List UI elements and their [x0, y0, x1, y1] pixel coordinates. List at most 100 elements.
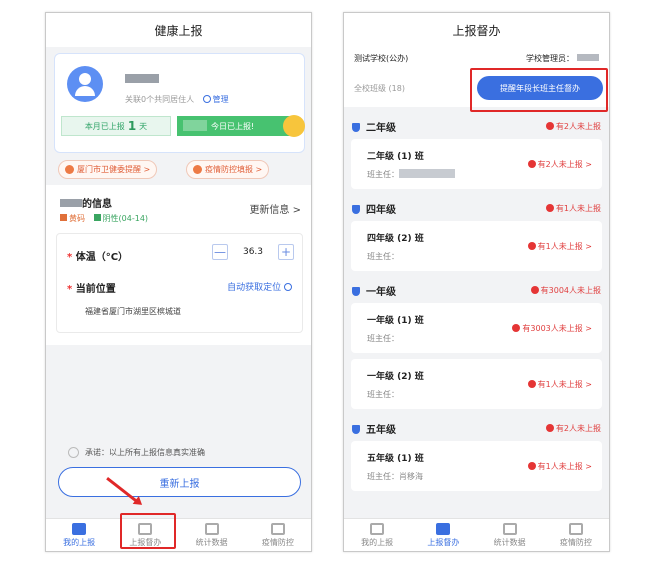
radio-icon: [68, 447, 79, 458]
grade-header[interactable]: 二年级 有2人未上报: [344, 113, 609, 139]
tab-my-report[interactable]: 我的上报: [46, 519, 112, 551]
grade-alert: 有1人未上报: [555, 203, 601, 213]
grade-header[interactable]: 五年级 有2人未上报: [344, 415, 609, 441]
class-teacher: 班主任：: [367, 169, 455, 180]
class-item[interactable]: 二年级 (1) 班 班主任： 有2人未上报 >: [351, 139, 602, 189]
alert-icon: [545, 423, 554, 432]
school-row: 测试学校(公办) 学校管理员：: [344, 47, 609, 69]
shield-icon: [352, 424, 360, 434]
shield-icon: [352, 286, 360, 296]
class-name: 二年级 (1) 班: [367, 152, 424, 162]
highlight-box: [470, 68, 608, 112]
class-alert: 有1人未上报 >: [527, 241, 592, 252]
info-title: 的信息: [60, 195, 112, 210]
class-alert: 有3003人未上报 >: [512, 323, 592, 334]
avatar: [67, 66, 103, 102]
alert-icon: [527, 160, 536, 168]
update-info-link[interactable]: 更新信息 >: [249, 201, 301, 216]
class-alert: 有1人未上报 >: [527, 461, 592, 472]
class-item[interactable]: 五年级 (1) 班 班主任：肖移海 有1人未上报 >: [351, 441, 602, 491]
auto-locate-button[interactable]: 自动获取定位: [227, 280, 294, 293]
admin-label: 学校管理员：: [526, 53, 574, 63]
today-reported-banner: 今日已上报!: [177, 115, 305, 137]
shield-icon: [352, 122, 360, 132]
class-alert-text: 有2人未上报 >: [537, 160, 592, 169]
decrease-button[interactable]: —: [212, 244, 228, 260]
alert-icon: [527, 242, 536, 250]
class-alert-text: 有3003人未上报 >: [522, 324, 592, 333]
alert-icon: [527, 462, 536, 470]
auto-locate-label: 自动获取定位: [227, 283, 282, 293]
tab-epidemic[interactable]: 疫情防控: [245, 519, 311, 551]
tab-statistics[interactable]: 统计数据: [477, 519, 543, 551]
grade-name: 一年级: [366, 286, 396, 298]
class-teacher: 班主任：: [367, 334, 399, 343]
info-title-text: 的信息: [82, 199, 112, 210]
tab-my-report[interactable]: 我的上报: [344, 519, 410, 551]
tab-label: 上报督办: [427, 537, 460, 547]
report-icon: [370, 522, 385, 535]
redacted-name: [125, 74, 159, 83]
notice-icon: [65, 165, 74, 174]
temperature-label-text: 体温（°C）: [75, 252, 129, 263]
promise-checkbox[interactable]: 承诺：以上所有上报信息真实准确: [68, 447, 205, 458]
class-alert-text: 有1人未上报 >: [537, 380, 592, 389]
admin-info: 学校管理员：: [526, 53, 599, 64]
epidemic-report-link[interactable]: 疫情防控填报 >: [186, 160, 270, 179]
address-text: 福建省厦门市湖里区槟城道: [85, 307, 181, 316]
shield-icon: [352, 204, 360, 214]
report-icon: [72, 522, 87, 535]
alert-icon: [545, 121, 554, 130]
resubmit-button[interactable]: 重新上报: [58, 467, 301, 497]
increase-button[interactable]: +: [278, 244, 294, 260]
grade-alert: 有2人未上报: [555, 121, 601, 131]
tab-label: 统计数据: [493, 537, 526, 547]
user-card: 关联0个共同居住人 管理 本月已上报 1 天 今日已上报!: [54, 53, 305, 153]
redacted-date: [183, 120, 207, 131]
class-name: 一年级 (1) 班: [367, 316, 424, 326]
tab-label: 我的上报: [63, 537, 96, 547]
class-item[interactable]: 四年级 (2) 班 班主任： 有1人未上报 >: [351, 221, 602, 271]
grade-alert: 有3004人未上报: [540, 285, 601, 295]
month-prefix: 本月已上报: [84, 121, 125, 131]
report-form: * 体温（°C） — 36.3 + * 当前位置 自动获取定位 福建省厦门市湖里…: [56, 233, 303, 333]
today-reported-text: 今日已上报!: [211, 121, 255, 131]
class-teacher: 班主任：: [367, 390, 399, 399]
alert-icon: [527, 380, 536, 388]
grade-header[interactable]: 一年级 有3004人未上报: [344, 277, 609, 303]
grade-list: 二年级 有2人未上报 二年级 (1) 班 班主任： 有2人未上报 > 四年级 有1人…: [344, 113, 609, 497]
tab-bar: 我的上报 上报督办 统计数据 疫情防控: [46, 518, 311, 551]
class-item[interactable]: 一年级 (2) 班 班主任： 有1人未上报 >: [351, 359, 602, 409]
smile-icon: [283, 115, 305, 137]
month-count: 1: [127, 119, 137, 133]
shield-icon: [568, 522, 583, 535]
grade-alert: 有2人未上报: [555, 423, 601, 433]
class-alert-text: 有1人未上报 >: [537, 242, 592, 251]
gear-icon: [202, 95, 211, 103]
class-item[interactable]: 一年级 (1) 班 班主任： 有3003人未上报 >: [351, 303, 602, 353]
alert-icon: [193, 165, 202, 174]
tab-label: 统计数据: [195, 537, 228, 547]
redacted-name: [60, 199, 82, 207]
supervise-icon: [436, 522, 451, 535]
tab-bar: 我的上报 上报督办 统计数据 疫情防控: [344, 518, 609, 551]
cohabitant-info: 关联0个共同居住人 管理: [125, 94, 229, 105]
promise-text: 承诺：以上所有上报信息真实准确: [85, 448, 205, 457]
temperature-value[interactable]: 36.3: [228, 247, 278, 257]
supervise-screen: 上报督办 测试学校(公办) 学校管理员： 全校班级 (18) 提醒年段长班主任督…: [343, 12, 610, 552]
highlight-box: [120, 513, 176, 549]
alert-icon: [530, 285, 539, 294]
health-commission-notice[interactable]: 厦门市卫健委提醒 >: [58, 160, 158, 179]
test-result-text: 阴性(04-14): [102, 214, 149, 223]
manage-link[interactable]: 管理: [202, 95, 229, 104]
tab-label: 疫情防控: [261, 537, 294, 547]
tab-supervise[interactable]: 上报督办: [410, 519, 476, 551]
class-filter[interactable]: 全校班级 (18): [354, 83, 405, 94]
tab-statistics[interactable]: 统计数据: [179, 519, 245, 551]
notice2-label: 疫情防控填报 >: [205, 165, 263, 174]
class-name: 四年级 (2) 班: [367, 234, 424, 244]
tab-epidemic[interactable]: 疫情防控: [543, 519, 609, 551]
grade-header[interactable]: 四年级 有1人未上报: [344, 195, 609, 221]
tab-label: 疫情防控: [559, 537, 592, 547]
class-alert: 有1人未上报 >: [527, 379, 592, 390]
